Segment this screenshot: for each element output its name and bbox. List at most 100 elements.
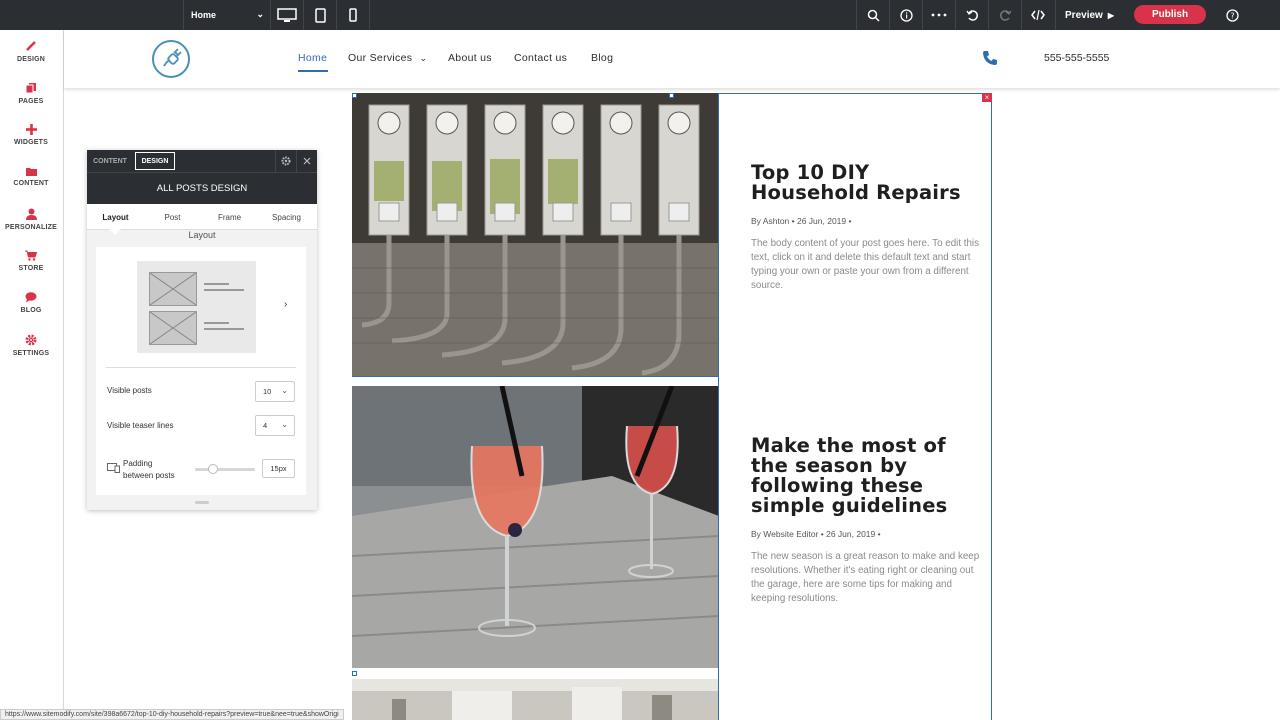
subtab-frame[interactable]: Frame <box>201 204 258 230</box>
tab-design[interactable]: DESIGN <box>135 152 175 170</box>
panel-title: ALL POSTS DESIGN <box>87 172 317 204</box>
subtab-post[interactable]: Post <box>144 204 201 230</box>
sidebar-item-store[interactable]: STORE <box>0 240 62 282</box>
site-header: Home Our Services ⌄ About us Contact us … <box>64 30 1280 88</box>
code-icon[interactable] <box>1021 0 1054 30</box>
pages-icon <box>25 82 36 93</box>
site-logo[interactable] <box>152 40 190 78</box>
chevron-down-icon: ⌄ <box>281 386 288 395</box>
sidebar-item-label: WIDGETS <box>13 139 49 146</box>
padding-label: Padding <box>123 459 153 468</box>
subtab-spacing[interactable]: Spacing <box>258 204 315 230</box>
selection-outline <box>718 93 992 720</box>
close-icon[interactable]: × <box>982 93 992 102</box>
teaser-lines-select[interactable]: 4 ⌄ <box>255 415 295 436</box>
chevron-down-icon: ⌄ <box>256 9 264 19</box>
gear-icon <box>25 334 37 345</box>
padding-slider-thumb[interactable] <box>208 464 218 474</box>
preview-label: Preview <box>1065 9 1103 21</box>
sidebar-item-blog[interactable]: BLOG <box>0 282 62 324</box>
plus-icon <box>25 124 37 135</box>
editor-sidebar: DESIGN PAGES WIDGETS CONTENT PERSONALIZE… <box>0 30 64 720</box>
resize-handle[interactable] <box>669 93 674 98</box>
page-select-value: Home <box>191 10 217 20</box>
tab-content[interactable]: CONTENT <box>90 152 130 170</box>
text-placeholder <box>204 328 244 330</box>
padding-input[interactable]: 15px <box>262 459 295 478</box>
page-select[interactable]: Home ⌄ <box>183 0 271 30</box>
brush-icon <box>26 40 36 51</box>
nav-home[interactable]: Home <box>298 52 327 64</box>
info-icon[interactable] <box>889 0 922 30</box>
help-icon[interactable]: ? <box>1216 0 1249 30</box>
nav-contact-us[interactable]: Contact us <box>514 52 567 64</box>
devices-icon <box>107 463 120 473</box>
mobile-icon[interactable] <box>337 0 370 30</box>
sidebar-item-settings[interactable]: SETTINGS <box>0 324 62 366</box>
undo-icon[interactable] <box>955 0 988 30</box>
layout-preview[interactable] <box>137 261 256 353</box>
sidebar-item-label: PERSONALIZE <box>5 223 57 231</box>
sidebar-item-label: SETTINGS <box>12 349 50 357</box>
plug-icon <box>163 48 182 67</box>
nav-about-us[interactable]: About us <box>448 52 492 64</box>
sidebar-item-label: DESIGN <box>16 55 46 63</box>
chevron-right-icon[interactable]: › <box>284 299 287 310</box>
user-icon <box>25 208 37 220</box>
post-separator-line <box>352 376 719 377</box>
panel-resize-grip[interactable] <box>195 501 209 504</box>
more-icon[interactable] <box>922 0 955 30</box>
desktop-icon[interactable] <box>271 0 304 30</box>
sidebar-item-content[interactable]: CONTENT <box>0 156 62 198</box>
svg-text:?: ? <box>1230 11 1234 20</box>
teaser-lines-label: Visible teaser lines <box>107 421 174 430</box>
publish-label: Publish <box>1151 9 1189 20</box>
text-placeholder <box>204 322 229 324</box>
panel-subtabs: Layout Post Frame Spacing <box>87 204 317 230</box>
sidebar-item-label: PAGES <box>18 97 44 105</box>
padding-slider-track[interactable] <box>195 468 255 471</box>
resize-handle[interactable] <box>352 671 357 676</box>
nav-our-services[interactable]: Our Services ⌄ <box>348 52 427 64</box>
phone-number[interactable]: 555-555-5555 <box>1044 52 1109 64</box>
close-icon[interactable] <box>296 150 317 172</box>
text-placeholder <box>204 289 244 291</box>
redo-icon[interactable] <box>988 0 1021 30</box>
panel-tab-bar: CONTENT DESIGN <box>87 150 317 172</box>
chevron-down-icon: ⌄ <box>419 53 428 63</box>
play-icon: ▶ <box>1107 10 1114 20</box>
post-image-drinks[interactable] <box>352 386 719 668</box>
all-posts-design-panel: CONTENT DESIGN ALL POSTS DESIGN Layout P… <box>87 150 317 510</box>
sidebar-item-label: CONTENT <box>13 180 49 187</box>
cart-icon <box>25 250 37 261</box>
padding-label-2: between posts <box>123 471 175 480</box>
image-placeholder-icon <box>149 272 197 306</box>
post-image-building[interactable] <box>352 679 719 720</box>
nav-active-indicator <box>298 70 328 72</box>
text-placeholder <box>204 283 229 285</box>
divider <box>106 367 296 368</box>
sidebar-item-pages[interactable]: PAGES <box>0 72 62 114</box>
sidebar-item-label: BLOG <box>20 307 42 314</box>
chevron-down-icon: ⌄ <box>281 420 288 429</box>
top-toolbar: Home ⌄ Preview ▶ Publish ? <box>0 0 1280 30</box>
resize-handle[interactable] <box>352 93 357 98</box>
sidebar-item-design[interactable]: DESIGN <box>0 30 62 72</box>
search-icon[interactable] <box>856 0 889 30</box>
section-title: Layout <box>188 230 216 240</box>
visible-posts-select[interactable]: 10 ⌄ <box>255 381 295 402</box>
subtab-layout[interactable]: Layout <box>87 204 144 230</box>
sidebar-item-widgets[interactable]: WIDGETS <box>0 114 62 156</box>
phone-icon <box>983 51 997 65</box>
post-image-meters[interactable] <box>352 93 719 376</box>
chat-icon <box>25 292 37 303</box>
nav-blog[interactable]: Blog <box>591 52 613 64</box>
teaser-lines-value: 4 <box>263 421 268 430</box>
gear-icon[interactable] <box>275 150 296 172</box>
tablet-icon[interactable] <box>304 0 337 30</box>
preview-button[interactable]: Preview ▶ <box>1055 0 1123 30</box>
sidebar-item-personalize[interactable]: PERSONALIZE <box>0 198 62 240</box>
nav-label: Our Services <box>348 52 413 64</box>
publish-button[interactable]: Publish <box>1134 5 1206 24</box>
status-bar-url: https://www.sitemodify.com/site/398a6672… <box>0 709 344 720</box>
